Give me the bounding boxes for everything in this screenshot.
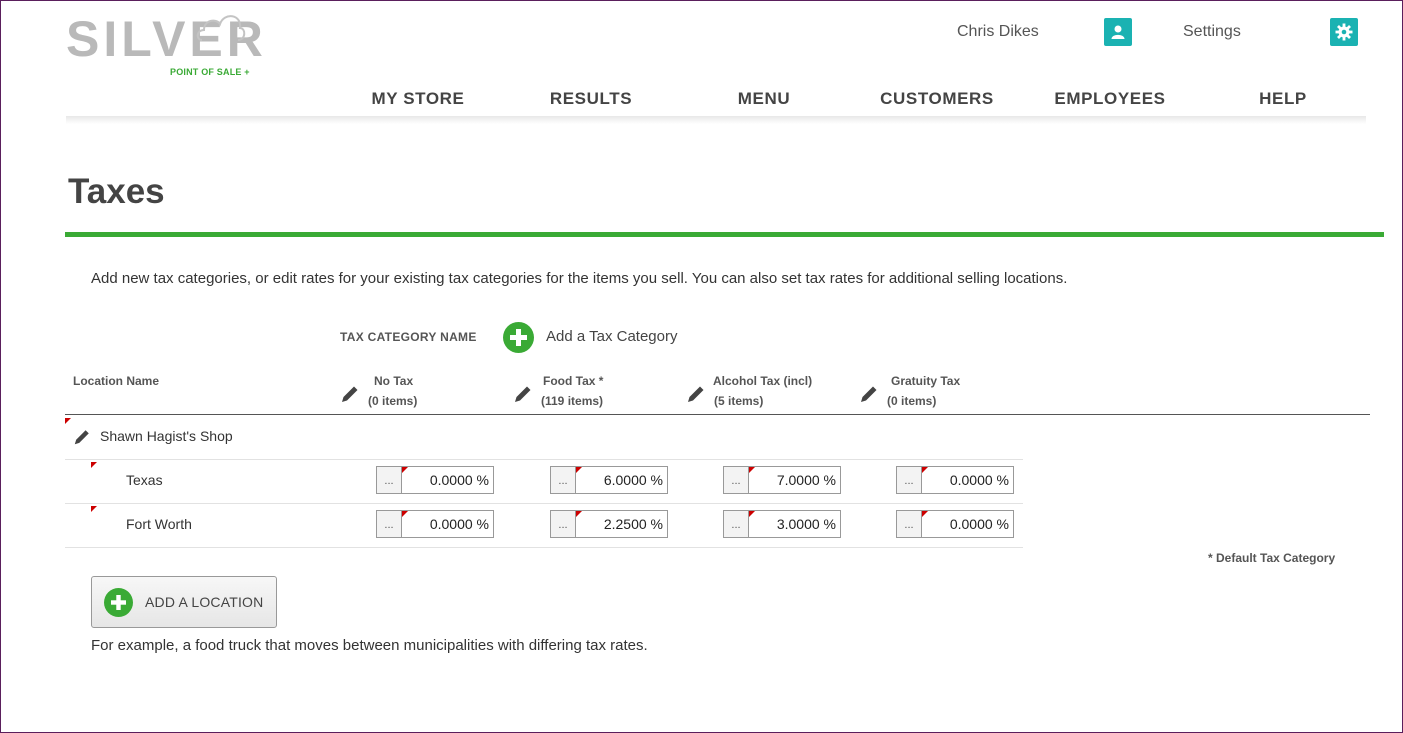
pencil-icon[interactable] [859,384,879,404]
add-category-plus-icon[interactable] [503,322,534,353]
pencil-icon[interactable] [686,384,706,404]
add-location-label: ADD A LOCATION [145,594,264,610]
brand-tagline: POINT OF SALE + [170,67,250,77]
changed-marker [91,462,97,468]
rate-options-button[interactable]: ... [897,467,922,493]
rate-options-button[interactable]: ... [551,511,576,537]
user-name[interactable]: Chris Dikes [957,23,1039,41]
rate-options-button[interactable]: ... [897,511,922,537]
rate-input[interactable]: 3.0000 % [749,511,840,537]
intro-text: Add new tax categories, or edit rates fo… [91,270,1068,287]
nav-menu[interactable]: MENU [684,89,844,109]
category-name: Gratuity Tax [891,374,961,388]
rate-input[interactable]: 2.2500 % [576,511,667,537]
add-location-button[interactable]: ADD A LOCATION [91,576,277,628]
row-divider [65,459,1023,460]
rate-options-button[interactable]: ... [377,467,402,493]
table-header-divider [65,414,1370,415]
rate-input[interactable]: 0.0000 % [402,467,493,493]
pencil-icon[interactable] [513,384,533,404]
shop-name: Shawn Hagist's Shop [100,428,233,444]
rate-field[interactable]: ... 3.0000 % [723,510,841,538]
changed-marker [65,418,71,424]
rate-field[interactable]: ... 0.0000 % [376,510,494,538]
category-count: (5 items) [714,394,764,408]
rate-input[interactable]: 7.0000 % [749,467,840,493]
rate-options-button[interactable]: ... [551,467,576,493]
rate-field[interactable]: ... 0.0000 % [896,510,1014,538]
page-title: Taxes [68,172,165,211]
cloud-icon [196,15,246,41]
nav-customers[interactable]: CUSTOMERS [857,89,1017,109]
rate-options-button[interactable]: ... [377,511,402,537]
category-count: (0 items) [368,394,418,408]
user-icon[interactable] [1104,18,1132,46]
rate-options-button[interactable]: ... [724,467,749,493]
category-name: No Tax [374,374,414,388]
rate-input[interactable]: 6.0000 % [576,467,667,493]
rate-field[interactable]: ... 7.0000 % [723,466,841,494]
nav-divider [66,116,1366,124]
rate-input[interactable]: 0.0000 % [402,511,493,537]
settings-link[interactable]: Settings [1183,23,1241,41]
tax-category-name-label: TAX CATEGORY NAME [340,330,477,344]
rate-field[interactable]: ... 2.2500 % [550,510,668,538]
example-text: For example, a food truck that moves bet… [91,637,648,654]
rate-field[interactable]: ... 6.0000 % [550,466,668,494]
category-name: Alcohol Tax (incl) [713,374,813,388]
nav-my-store[interactable]: MY STORE [338,89,498,109]
location-name: Fort Worth [126,516,192,532]
location-name: Texas [126,472,163,488]
title-divider [65,232,1384,237]
plus-icon [104,587,133,617]
pencil-icon[interactable] [340,384,360,404]
rate-field[interactable]: ... 0.0000 % [896,466,1014,494]
nav-employees[interactable]: EMPLOYEES [1030,89,1190,109]
category-count: (0 items) [887,394,937,408]
rate-input[interactable]: 0.0000 % [922,467,1013,493]
changed-marker [91,506,97,512]
category-count: (119 items) [541,394,604,408]
default-tax-note: * Default Tax Category [1208,551,1336,565]
rate-input[interactable]: 0.0000 % [922,511,1013,537]
rate-field[interactable]: ... 0.0000 % [376,466,494,494]
row-divider [65,503,1023,504]
rate-options-button[interactable]: ... [724,511,749,537]
add-tax-category-link[interactable]: Add a Tax Category [546,328,677,345]
category-name: Food Tax * [543,374,604,388]
pencil-icon[interactable] [73,428,91,446]
nav-results[interactable]: RESULTS [511,89,671,109]
nav-help[interactable]: HELP [1203,89,1363,109]
location-name-header: Location Name [73,374,160,388]
gear-icon[interactable] [1330,18,1358,46]
row-divider [65,547,1023,548]
